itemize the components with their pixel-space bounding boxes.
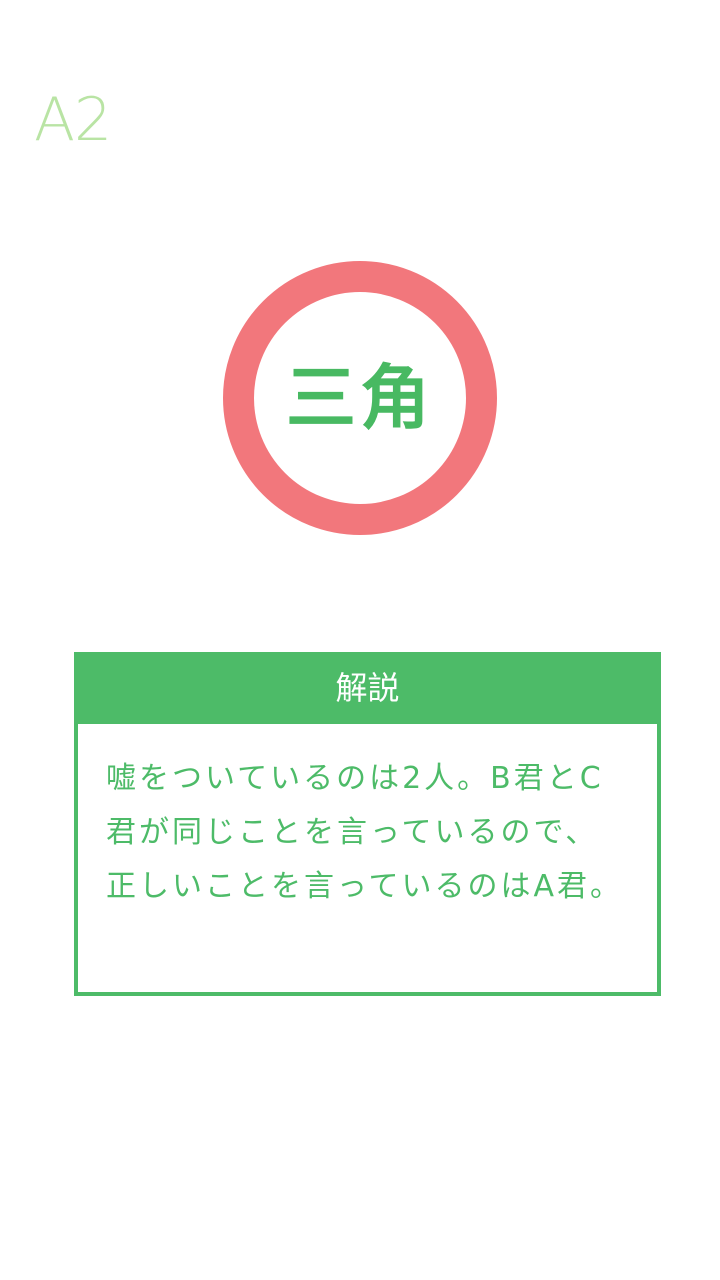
explanation-box: 解説 嘘をついているのは2人。B君とC君が同じことを言っているので、正しいことを… — [74, 652, 661, 996]
quiz-answer-screen: A2 三角 解説 嘘をついているのは2人。B君とC君が同じことを言っているので、… — [0, 0, 720, 1280]
answer-text: 三角 — [286, 357, 434, 439]
correct-mark-circle: 三角 — [223, 261, 497, 535]
question-number: A2 — [34, 85, 112, 155]
explanation-header: 解説 — [78, 656, 657, 724]
explanation-text: 嘘をついているのは2人。B君とC君が同じことを言っているので、正しいことを言って… — [106, 761, 624, 904]
